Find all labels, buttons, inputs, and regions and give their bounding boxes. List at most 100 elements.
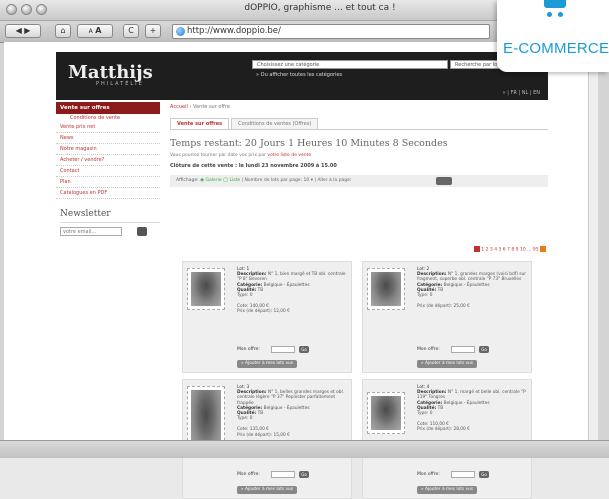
site-logo-subtitle: PHILATÉLIE (96, 81, 144, 87)
lot-category-text: Belgique - Épaulettes (443, 282, 490, 288)
stamp-image[interactable] (187, 268, 225, 310)
next-page-button[interactable] (540, 246, 546, 252)
offer-input[interactable] (451, 471, 475, 478)
newsletter-submit-button[interactable] (137, 227, 147, 236)
per-page-label: Nombre de lots par page: (244, 178, 303, 183)
web-page: Matthijs PHILATÉLIE Choisissez une catég… (4, 42, 598, 499)
sidebar-subitem-conditions[interactable]: Conditions de vente (56, 114, 160, 122)
offer-input[interactable] (451, 346, 475, 353)
add-to-watchlist-button[interactable]: » Ajouter à mes lots vus (237, 486, 297, 494)
category-select[interactable]: Choisissez une catégorie (252, 60, 448, 69)
lot-category-text: Belgique - Épaulettes (263, 405, 310, 411)
vertical-scrollbar[interactable] (588, 42, 598, 440)
newsletter-form: votre email... (60, 227, 160, 237)
newsletter-email-input[interactable]: votre email... (60, 227, 122, 236)
lot-price: Prix (de départ): 25,00 € (417, 304, 470, 310)
sidebar-item[interactable]: Acheter / vendre? (56, 155, 160, 166)
main-content: Accueil › Vente sur offre Vente sur offr… (170, 102, 548, 499)
sidebar-item[interactable]: Plan (56, 177, 160, 188)
lot-info: Lot: 1 Description: N° 1, bien margé et … (237, 267, 349, 315)
lot-info: Lot: 2 Description: N° 1, grandes marges… (417, 267, 529, 309)
sidebar-item[interactable]: Notre magasin (56, 144, 160, 155)
cart-wheel (547, 12, 552, 17)
lot-quality-text: TB (257, 411, 264, 417)
lot-type-text: 0 (249, 416, 253, 422)
lot-price: Prix (de départ): 15,00 € (237, 432, 290, 438)
sidebar-item[interactable]: News (56, 133, 160, 144)
offer-go-button[interactable]: Go (299, 471, 309, 478)
reload-icon: C (128, 26, 134, 35)
reload-button[interactable]: C (123, 24, 139, 38)
display-filter-bar: Affichage: ◉ Galerie ◯ Liste | Nombre de… (170, 175, 548, 187)
close-window-button[interactable] (6, 4, 17, 15)
offer-input[interactable] (271, 471, 295, 478)
offer-go-button[interactable]: Go (299, 346, 309, 353)
breadcrumb-current: › Vente sur offre (189, 104, 230, 110)
lot-type: Type: 0 (237, 293, 253, 299)
ecommerce-badge: E-COMMERCE (497, 0, 609, 72)
text-larger-icon[interactable]: A (95, 26, 101, 35)
minimize-window-button[interactable] (21, 4, 32, 15)
sales-list-link[interactable]: votre liste de vente (267, 153, 311, 158)
lot-type: Type: 0 (237, 416, 253, 422)
per-page-select[interactable]: 10 (304, 178, 310, 183)
back-icon[interactable]: ◀ (16, 26, 22, 35)
tab-conditions[interactable]: Conditions de ventes (Offres) (231, 118, 319, 129)
all-categories-link[interactable]: » Ou afficher toutes les catégories (256, 72, 342, 78)
sidebar-item-vente-sur-offres[interactable]: Vente sur offres (56, 102, 160, 114)
offer-label: Mon offre: (417, 472, 440, 477)
site-logo[interactable]: Matthijs (68, 62, 153, 83)
breadcrumb-home-link[interactable]: Accueil (170, 104, 188, 110)
zoom-window-button[interactable] (36, 4, 47, 15)
sidebar-item[interactable]: Catalogues en PDF (56, 188, 160, 199)
offer-go-button[interactable]: Go (479, 471, 489, 478)
lot-info: Lot: 4 Description: N° 1, margé et belle… (417, 385, 529, 433)
home-button[interactable]: ⌂ (55, 24, 71, 38)
lot-price: Prix (de départ): 28,00 € (417, 427, 470, 433)
lot-description: Description: N° 1, belles grandes marges… (237, 390, 345, 406)
text-size-buttons[interactable]: A A (77, 24, 113, 38)
info-note: Vous pourrez tourner par date vos prix p… (170, 153, 548, 158)
sidebar-item[interactable]: Contact (56, 166, 160, 177)
stamp-image[interactable] (367, 268, 405, 310)
gallery-label: Galerie (205, 178, 222, 183)
offer-go-button[interactable]: Go (479, 346, 489, 353)
offer-input[interactable] (271, 346, 295, 353)
lot-description: Description: N° 1, grandes marges (voisi… (417, 272, 526, 283)
tab-vente-sur-offres[interactable]: Vente sur offres (170, 118, 230, 129)
lot-type-text: 0 (429, 293, 433, 299)
text-smaller-icon[interactable]: A (89, 28, 93, 35)
home-icon: ⌂ (60, 26, 66, 35)
window-controls (6, 4, 47, 15)
lot-quality-text: TB (437, 287, 444, 293)
goto-page-button[interactable] (436, 177, 452, 185)
language-nav[interactable]: » | FR | NL | EN (503, 90, 540, 96)
lot-card: Lot: 4 Description: N° 1, margé et belle… (362, 379, 532, 499)
plus-icon: + (149, 26, 157, 35)
lot-price: Prix (de départ): 12,00 € (237, 309, 290, 315)
stamp-picture (371, 272, 401, 306)
list-label: Liste (229, 178, 241, 183)
globe-icon (176, 27, 185, 36)
cart-wheel (558, 12, 563, 17)
add-to-watchlist-button[interactable]: » Ajouter à mes lots vus (417, 360, 477, 368)
gallery-option[interactable]: ◉ Galerie (200, 178, 222, 183)
offer-label: Mon offre: (237, 347, 260, 352)
current-page-marker[interactable] (473, 246, 480, 252)
add-bookmark-button[interactable]: + (145, 24, 161, 38)
lot-description: Description: N° 1, margé et belle obl. c… (417, 390, 526, 401)
forward-icon[interactable]: ▶ (24, 26, 30, 35)
tab-bar: Vente sur offres Conditions de ventes (O… (170, 118, 548, 130)
add-to-watchlist-button[interactable]: » Ajouter à mes lots vus (237, 360, 297, 368)
list-option[interactable]: ◯ Liste (223, 178, 240, 183)
back-forward-buttons[interactable]: ◀ ▶ (5, 24, 41, 38)
url-bar[interactable]: http://www.doppio.be/ (172, 24, 490, 39)
add-to-watchlist-button[interactable]: » Ajouter à mes lots vus (417, 486, 477, 494)
lot-type: Type: 0 (417, 411, 433, 417)
url-text: http://www.doppio.be/ (187, 26, 281, 36)
sidebar-item[interactable]: Vente prix net (56, 122, 160, 133)
offer-label: Mon offre: (417, 347, 440, 352)
stamp-image[interactable] (367, 392, 405, 434)
page-numbers[interactable]: 1 2 3 4 5 6 7 8 9 10 ... 95 (481, 248, 538, 253)
lot-type-text: 0 (429, 411, 433, 417)
